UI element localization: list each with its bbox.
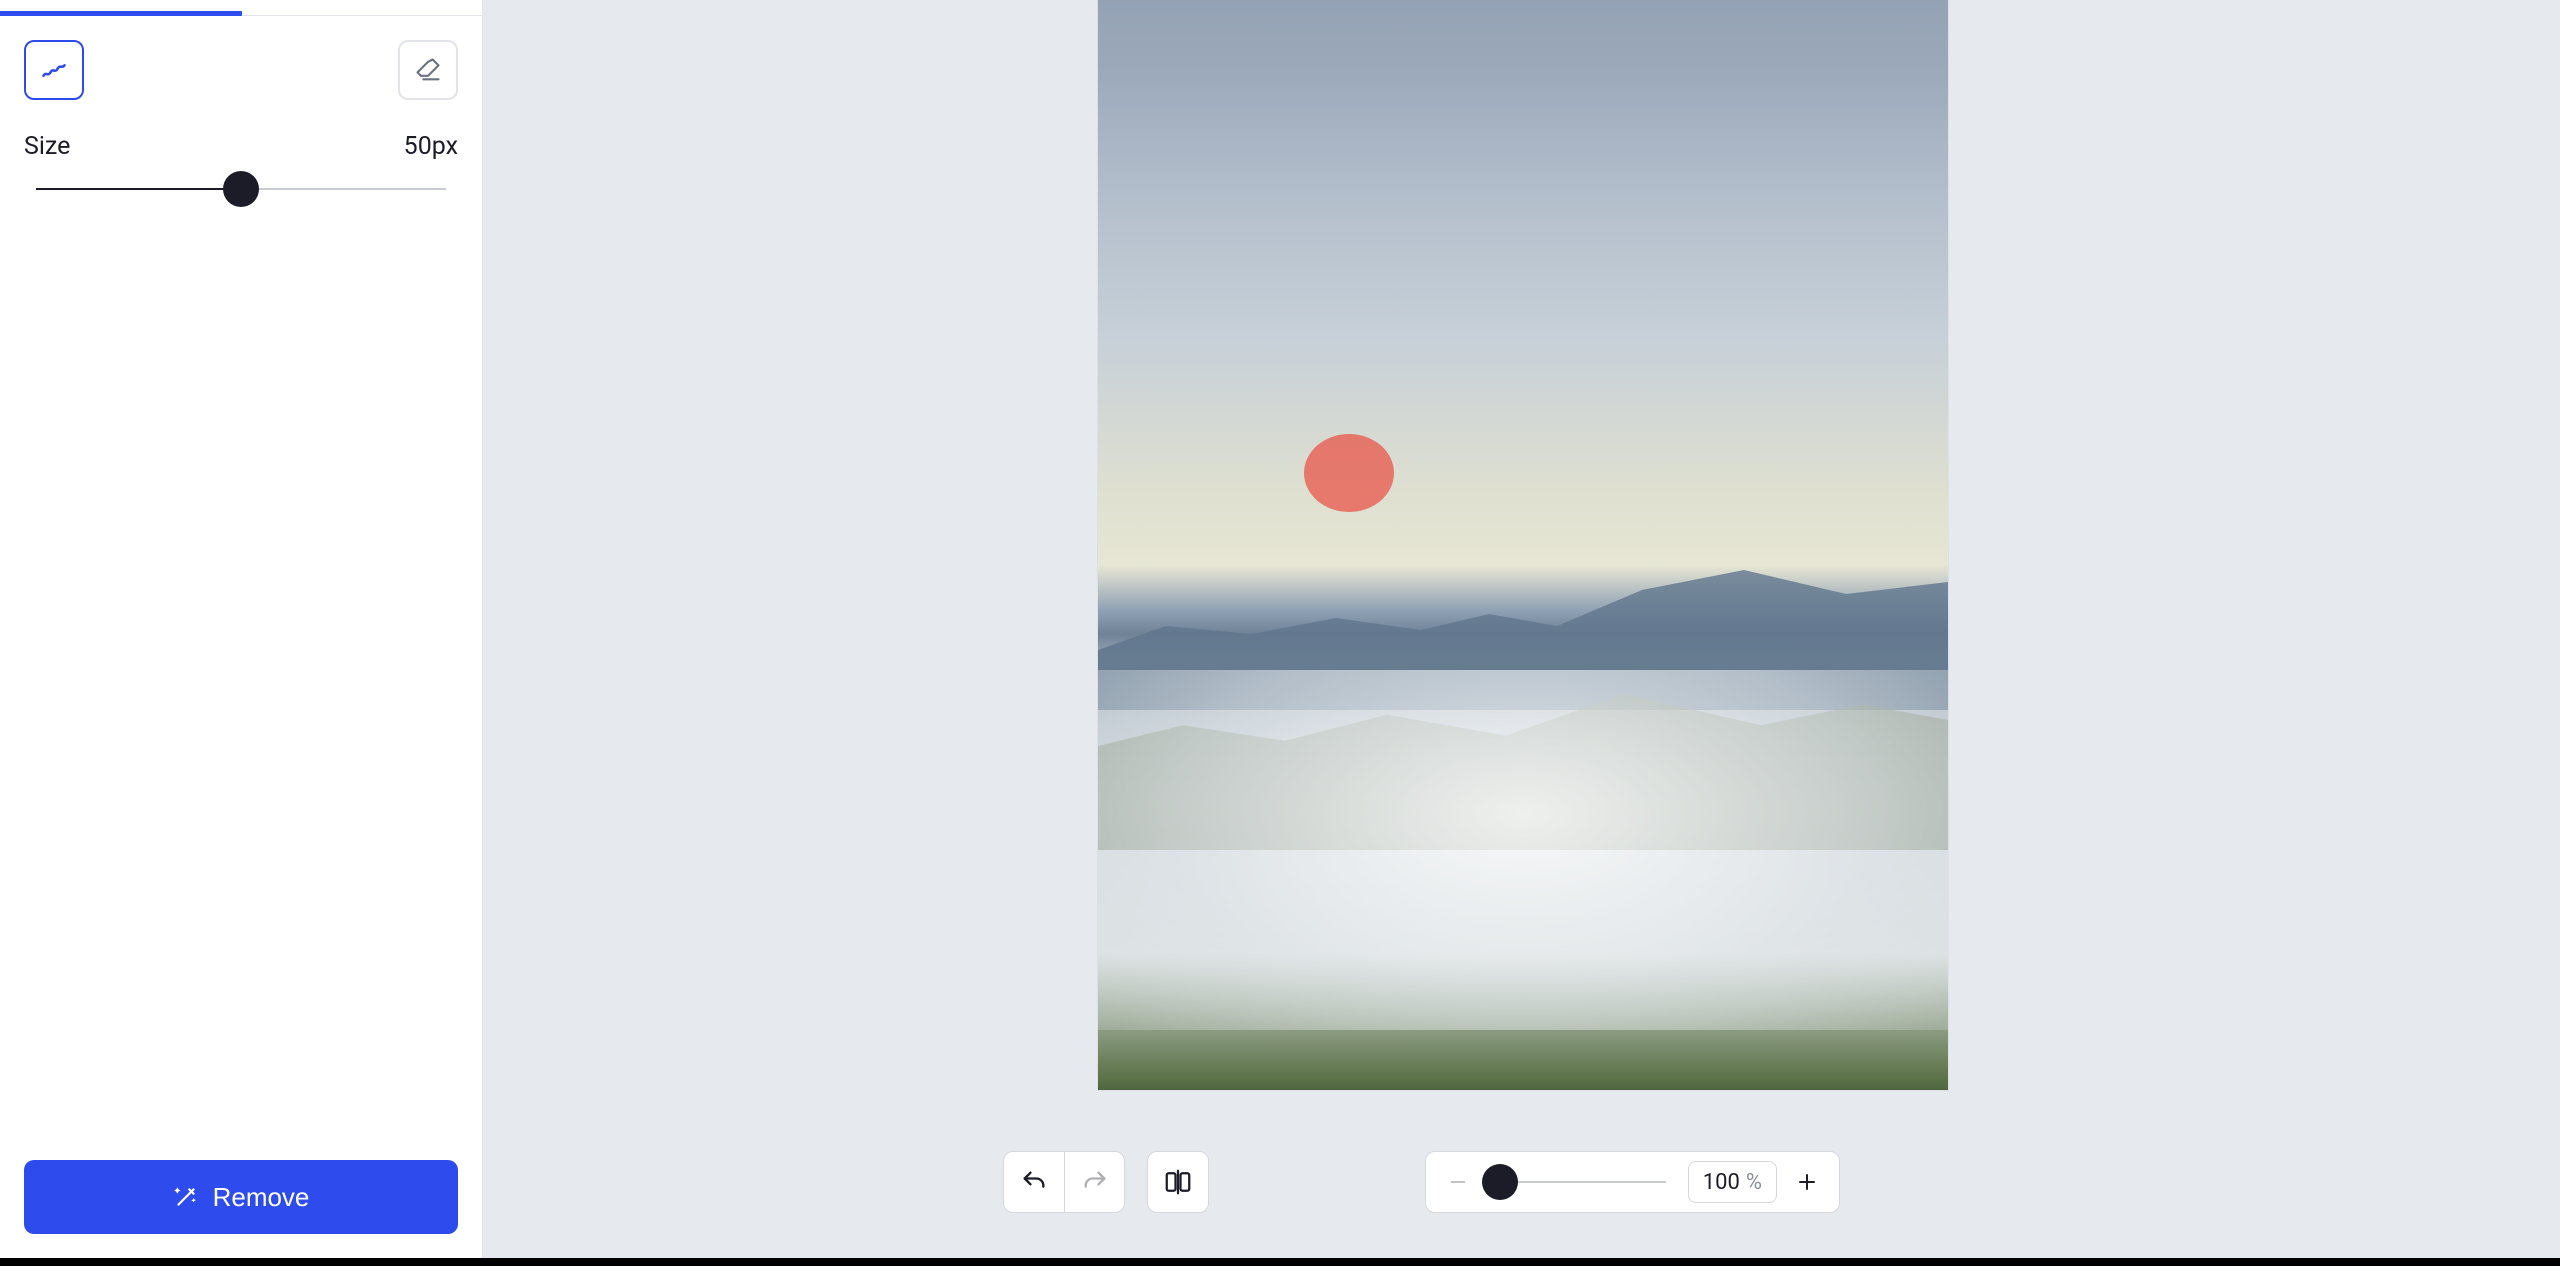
size-slider-fill	[36, 188, 241, 190]
zoom-group: 100 %	[1425, 1151, 1840, 1213]
image-ridge-far	[1098, 510, 1948, 710]
tool-row	[0, 16, 482, 100]
zoom-unit: %	[1746, 1170, 1762, 1195]
zoom-value: 100	[1703, 1170, 1740, 1195]
redo-button[interactable]	[1064, 1152, 1124, 1212]
redo-icon	[1081, 1168, 1109, 1196]
undo-button[interactable]	[1004, 1152, 1064, 1212]
bottom-controls: 100 %	[1003, 1151, 2540, 1213]
zoom-slider-thumb[interactable]	[1482, 1164, 1518, 1200]
zoom-slider[interactable]	[1486, 1164, 1666, 1200]
size-row: Size 50px	[0, 100, 482, 161]
minus-icon	[1447, 1171, 1469, 1193]
magic-wand-icon	[173, 1184, 199, 1210]
zoom-in-button[interactable]	[1783, 1152, 1831, 1212]
size-slider-thumb[interactable]	[223, 171, 259, 207]
compare-button[interactable]	[1147, 1151, 1209, 1213]
brush-icon	[40, 56, 68, 84]
sidebar: Size 50px Remove	[0, 0, 483, 1258]
remove-button-label: Remove	[213, 1182, 310, 1213]
history-group	[1003, 1151, 1125, 1213]
size-slider[interactable]	[36, 171, 446, 207]
image-fog	[1098, 670, 1948, 1030]
window-bottom-strip	[0, 1258, 2560, 1266]
app-root: Size 50px Remove	[0, 0, 2560, 1266]
eraser-icon	[414, 56, 442, 84]
tab-active-indicator	[0, 11, 242, 16]
compare-icon	[1163, 1167, 1193, 1197]
brush-mark[interactable]	[1304, 434, 1394, 512]
zoom-readout[interactable]: 100 %	[1688, 1161, 1777, 1203]
undo-icon	[1020, 1168, 1048, 1196]
size-value: 50px	[404, 132, 458, 161]
canvas-image[interactable]	[1098, 0, 1948, 1090]
eraser-tool-button[interactable]	[398, 40, 458, 100]
remove-button[interactable]: Remove	[24, 1160, 458, 1234]
sidebar-spacer	[0, 207, 482, 1160]
canvas-area[interactable]: 100 %	[483, 0, 2560, 1258]
size-slider-wrap	[0, 161, 482, 207]
image-ridge-near	[1098, 590, 1948, 850]
sidebar-tabbar	[0, 0, 482, 16]
zoom-out-button[interactable]	[1434, 1152, 1482, 1212]
brush-tool-button[interactable]	[24, 40, 84, 100]
size-label: Size	[24, 132, 70, 161]
plus-icon	[1795, 1170, 1819, 1194]
